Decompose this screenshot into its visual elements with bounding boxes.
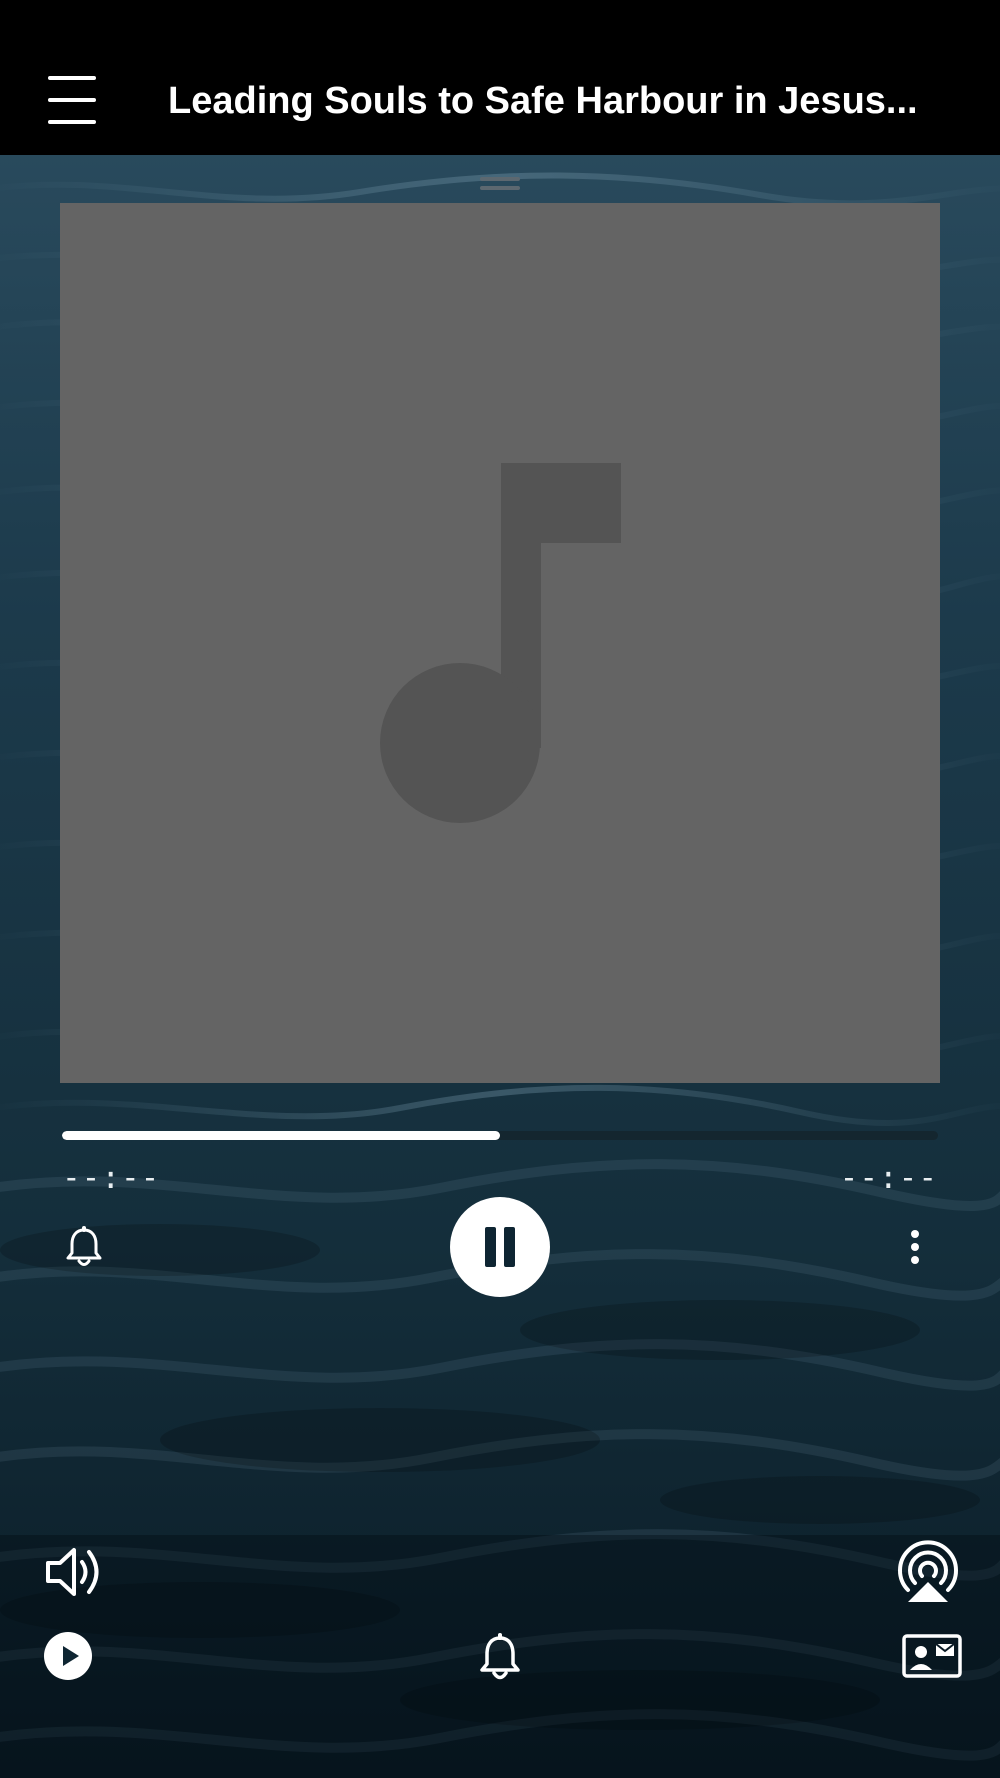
speaker-volume-icon[interactable]: [44, 1542, 106, 1602]
contact-card-icon[interactable]: [902, 1634, 962, 1678]
elapsed-time: --:--: [62, 1160, 161, 1196]
menu-line: [48, 120, 96, 124]
progress-bar[interactable]: [62, 1131, 938, 1140]
player-screen: Leading Souls to Safe Harbour in Jesus..…: [0, 0, 1000, 1778]
bell-icon[interactable]: [478, 1632, 522, 1682]
drag-handle[interactable]: [480, 177, 520, 191]
pause-icon: [485, 1227, 496, 1267]
hamburger-menu-icon[interactable]: [46, 74, 98, 126]
play-circle-icon[interactable]: [44, 1632, 92, 1680]
menu-line: [48, 98, 96, 102]
airplay-icon[interactable]: [896, 1540, 960, 1606]
pause-icon: [504, 1227, 515, 1267]
remaining-time: --:--: [839, 1160, 938, 1196]
music-note-icon: [380, 463, 621, 823]
bell-icon[interactable]: [64, 1226, 104, 1268]
more-vertical-icon[interactable]: [900, 1228, 930, 1268]
drag-handle-line: [480, 177, 520, 181]
menu-line: [48, 76, 96, 80]
pause-button[interactable]: [450, 1197, 550, 1297]
drag-handle-line: [480, 186, 520, 190]
album-artwork: [60, 203, 940, 1083]
app-header: Leading Souls to Safe Harbour in Jesus..…: [0, 0, 1000, 155]
progress-fill: [62, 1131, 500, 1140]
page-title: Leading Souls to Safe Harbour in Jesus..…: [168, 80, 918, 122]
